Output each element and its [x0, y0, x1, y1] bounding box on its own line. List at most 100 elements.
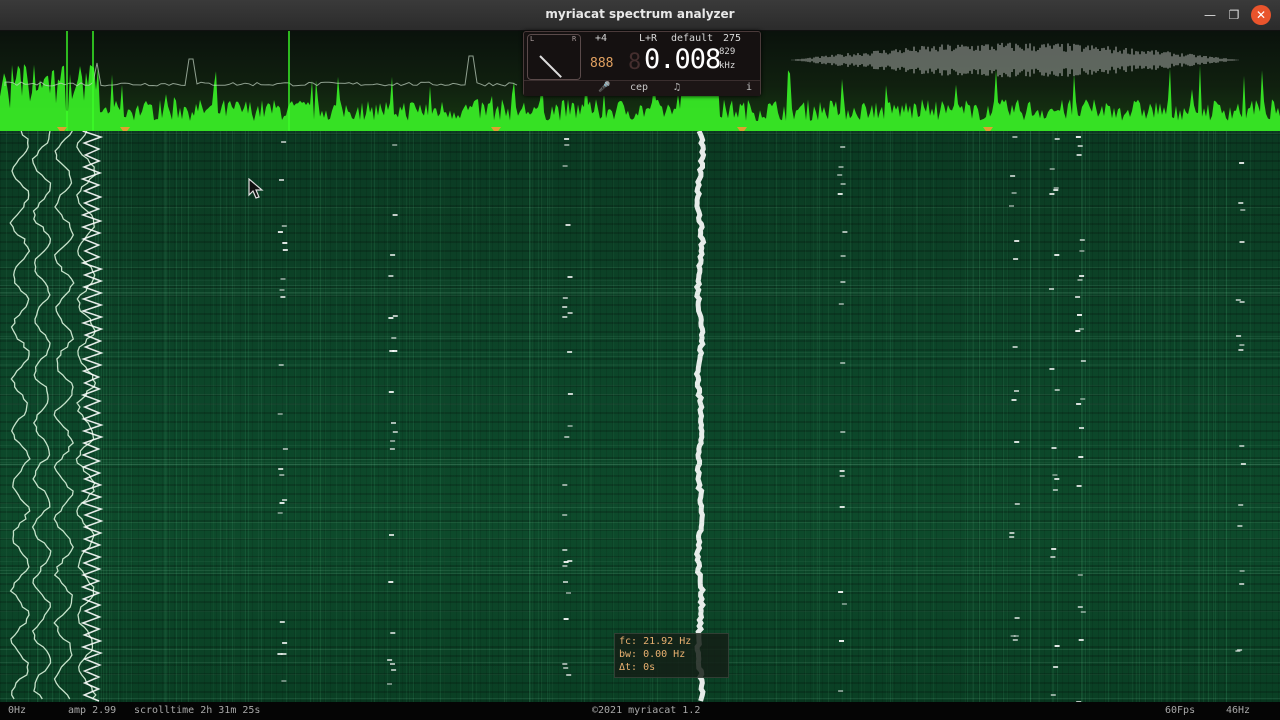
preset-name[interactable]: default: [671, 33, 713, 44]
maximize-button[interactable]: ❐: [1224, 5, 1244, 25]
waterfall-faint-line: [111, 131, 112, 702]
counter-readout: 888: [590, 56, 614, 71]
waterfall-faint-line: [123, 131, 124, 702]
waterfall-dash: [562, 165, 568, 167]
minimize-button[interactable]: —: [1200, 5, 1220, 25]
waterfall-faint-line: [591, 131, 592, 702]
cepstrum-button[interactable]: cep: [630, 82, 648, 93]
waterfall-dash: [1011, 399, 1017, 401]
waterfall-faint-line: [232, 131, 233, 702]
waterfall-faint-line: [295, 131, 296, 702]
waterfall-display[interactable]: [0, 131, 1280, 702]
waterfall-faint-line: [420, 131, 421, 702]
waterfall-dash: [1239, 301, 1245, 303]
waterfall-band: [0, 567, 1280, 568]
waterfall-dash: [564, 436, 570, 438]
waterfall-faint-line: [1154, 131, 1155, 702]
microphone-icon[interactable]: 🎤: [598, 82, 610, 93]
waterfall-dash: [564, 138, 570, 140]
waterfall-faint-line: [1167, 131, 1168, 702]
waterfall-dash: [1011, 192, 1017, 194]
waterfall-faint-line: [1199, 131, 1200, 702]
waterfall-faint-line: [371, 131, 372, 702]
info-button[interactable]: i: [746, 82, 752, 93]
waterfall-dash: [1075, 296, 1081, 298]
waterfall-faint-line: [792, 131, 793, 702]
waterfall-faint-line: [742, 131, 743, 702]
waveform-preview: [791, 42, 1239, 78]
channel-mode[interactable]: L+R: [639, 33, 657, 44]
status-copyright: ©2021 myriacat 1.2: [592, 705, 701, 716]
waterfall-faint-line: [261, 131, 262, 702]
waterfall-dash: [565, 224, 571, 226]
channel-gain[interactable]: +4: [595, 33, 607, 44]
waterfall-faint-line: [1181, 131, 1182, 702]
waterfall-band: [0, 364, 1280, 365]
waterfall-faint-line: [828, 131, 829, 702]
close-button[interactable]: ✕: [1251, 5, 1271, 25]
waterfall-dash: [282, 249, 288, 251]
spectrum-spike: [288, 31, 290, 131]
waterfall-band: [0, 338, 1280, 339]
waterfall-faint-line: [1025, 131, 1026, 702]
close-icon: ✕: [1255, 8, 1267, 22]
waterfall-band: [0, 133, 1280, 134]
waterfall-dash: [390, 632, 396, 634]
waterfall-dash: [1078, 456, 1084, 458]
waterfall-dash: [567, 425, 573, 427]
waterfall-faint-line: [181, 131, 182, 702]
waterfall-faint-line: [805, 131, 806, 702]
waterfall-faint-line: [248, 131, 249, 702]
waterfall-faint-line: [195, 131, 196, 702]
waterfall-faint-line: [924, 131, 925, 702]
waterfall-dash: [1013, 258, 1019, 260]
waterfall-dash: [1009, 205, 1014, 207]
waterfall-dash: [392, 315, 398, 317]
music-note-icon[interactable]: ♫: [674, 82, 680, 93]
waterfall-faint-line: [1174, 131, 1175, 702]
waterfall-faint-line: [472, 131, 473, 702]
waterfall-faint-line: [986, 131, 987, 702]
waterfall-faint-line: [817, 131, 818, 702]
waterfall-faint-line: [1159, 131, 1160, 702]
waterfall-faint-line: [1003, 131, 1004, 702]
waterfall-dash: [840, 281, 846, 283]
waterfall-dash: [839, 475, 845, 477]
waterfall-band: [0, 352, 1280, 353]
waterfall-dash: [1076, 485, 1082, 487]
status-freq-max: 46Hz: [1226, 705, 1251, 716]
waterfall-faint-line: [1105, 131, 1106, 702]
waterfall-faint-line: [234, 131, 235, 702]
waterfall-dash: [281, 141, 287, 143]
waterfall-dash: [1077, 279, 1083, 281]
spectrum-spike: [66, 31, 68, 131]
waterfall-dash: [562, 316, 568, 318]
waterfall-dash: [277, 413, 283, 415]
waterfall-faint-line: [652, 131, 653, 702]
minimize-icon: —: [1204, 8, 1216, 22]
waterfall-band: [0, 445, 1280, 446]
waterfall-band: [0, 538, 1280, 539]
tuning-dial[interactable]: L R: [527, 34, 581, 80]
waterfall-faint-line: [584, 131, 585, 702]
waterfall-faint-line: [1108, 131, 1109, 702]
waterfall-band: [0, 295, 1280, 296]
waterfall-faint-line: [1052, 131, 1053, 702]
waterfall-dash: [839, 640, 844, 642]
waterfall-dash: [562, 549, 568, 551]
waterfall-faint-line: [176, 131, 177, 702]
waterfall-faint-line: [188, 131, 189, 702]
waterfall-faint-line: [1145, 131, 1146, 702]
waterfall-dash: [839, 470, 845, 472]
waterfall-dash: [388, 317, 394, 319]
waterfall-dash: [1080, 360, 1086, 362]
waterfall-dash: [1240, 209, 1246, 211]
waterfall-faint-line: [643, 131, 644, 702]
status-amp: amp 2.99: [68, 705, 117, 716]
waterfall-faint-line: [529, 131, 530, 702]
frequency-display-panel: L R +4 L+R default 275 888 8 0.008 829 k…: [523, 31, 761, 96]
waterfall-faint-line: [532, 131, 533, 702]
waterfall-faint-line: [67, 131, 68, 702]
waterfall-faint-line: [46, 131, 47, 702]
waterfall-dash: [1080, 398, 1086, 400]
